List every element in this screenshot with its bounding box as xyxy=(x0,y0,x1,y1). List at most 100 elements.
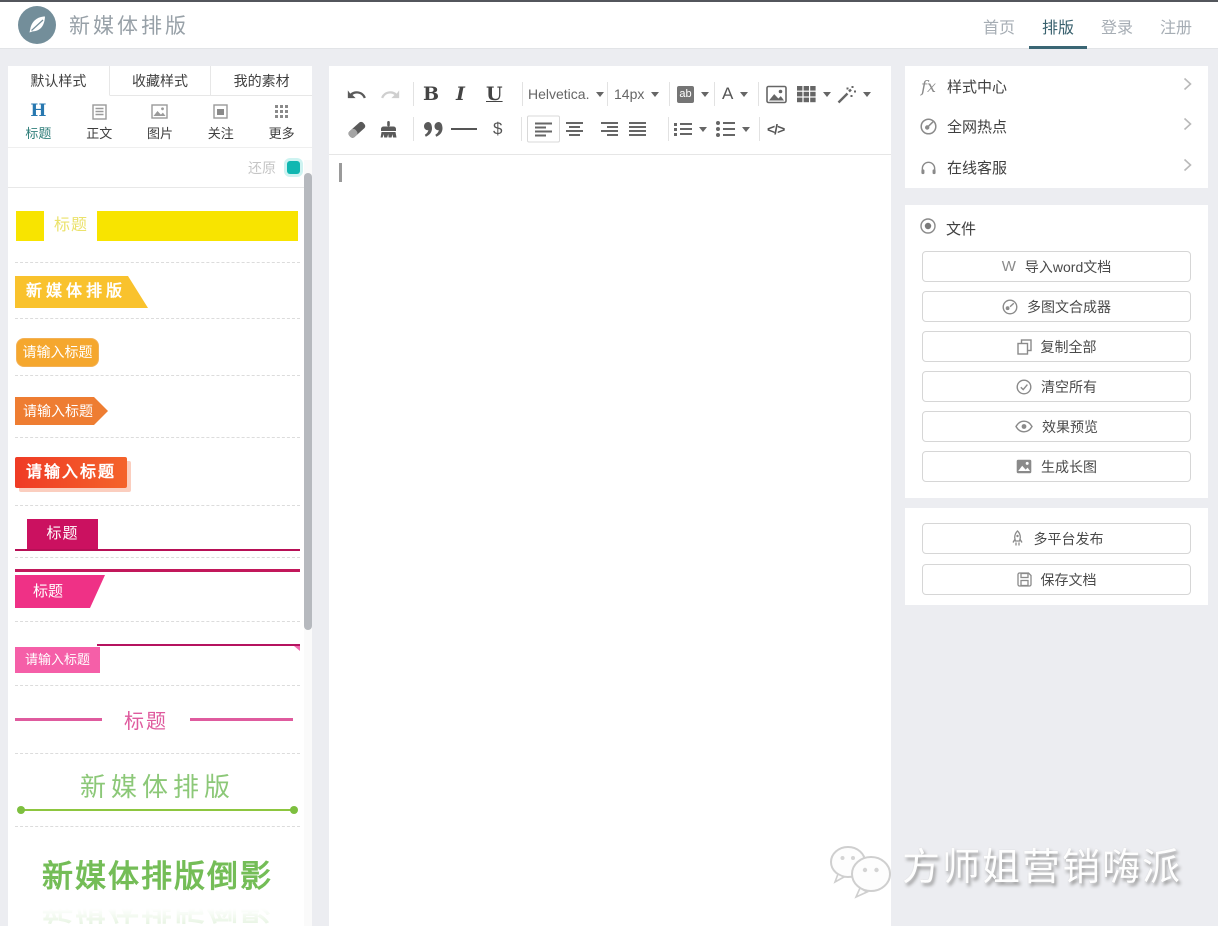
restore-row: 还原 xyxy=(8,148,312,188)
insert-image-button[interactable] xyxy=(766,81,787,107)
tab-my-materials[interactable]: 我的素材 xyxy=(211,66,312,96)
underline-button[interactable]: U xyxy=(486,81,503,107)
multi-platform-publish-button[interactable]: 多平台发布 xyxy=(922,523,1191,554)
brand[interactable]: 新媒体排版 xyxy=(18,6,189,44)
clear-all-button[interactable]: 清空所有 xyxy=(922,371,1191,402)
picture-icon xyxy=(151,103,168,120)
top-edge-strip xyxy=(0,0,1218,2)
nav-home[interactable]: 首页 xyxy=(983,2,1015,49)
category-tab-heading[interactable]: H 标题 xyxy=(8,96,69,147)
toolbar-separator xyxy=(607,82,608,106)
body-text-icon xyxy=(92,103,107,120)
bold-button[interactable]: B xyxy=(423,81,439,107)
chevron-down-icon xyxy=(863,92,871,97)
preview-button[interactable]: 效果预览 xyxy=(922,411,1191,442)
template-red-block[interactable]: 请输入标题 xyxy=(15,438,300,506)
save-icon xyxy=(1017,572,1032,587)
restore-checkbox[interactable] xyxy=(287,161,300,174)
ordered-list-button[interactable] xyxy=(674,116,707,142)
template-pink-ribbon-topline[interactable]: 标题 xyxy=(15,558,300,622)
watermark-text: 方师姐营销嗨派 xyxy=(902,836,1182,891)
font-size-select[interactable]: 14px xyxy=(614,81,659,107)
rocket-icon xyxy=(1010,530,1025,547)
align-right-button[interactable] xyxy=(601,116,618,142)
undo-button[interactable] xyxy=(346,81,368,107)
code-view-button[interactable]: </> xyxy=(767,116,784,142)
align-left-button[interactable] xyxy=(527,116,560,143)
align-justify-icon xyxy=(629,122,646,136)
template-pink-text-side-lines[interactable]: 标题 xyxy=(15,686,300,754)
category-tab-more[interactable]: 更多 xyxy=(251,96,312,147)
template-yellow-bar[interactable]: 标题 xyxy=(15,188,300,263)
chevron-down-icon xyxy=(742,127,750,132)
top-nav: 首页 排版 登录 注册 xyxy=(956,2,1192,49)
template-orange-rounded[interactable]: 请输入标题 xyxy=(15,319,300,376)
copy-all-button[interactable]: 复制全部 xyxy=(922,331,1191,362)
chevron-right-icon xyxy=(1183,77,1192,96)
hotspot-icon xyxy=(920,118,937,135)
multi-article-composer-button[interactable]: 多图文合成器 xyxy=(922,291,1191,322)
multi-article-icon xyxy=(1002,299,1018,315)
radio-dot-icon xyxy=(920,218,936,239)
template-pink-block-line[interactable]: 请输入标题 xyxy=(15,622,300,686)
align-center-button[interactable] xyxy=(566,116,583,142)
unordered-list-button[interactable] xyxy=(716,116,750,142)
template-orange-arrow[interactable]: 请输入标题 xyxy=(15,376,300,438)
import-word-button[interactable]: W 导入word文档 xyxy=(922,251,1191,282)
pink-line-tick xyxy=(294,646,300,651)
italic-button[interactable]: I xyxy=(456,81,465,107)
template-crimson-block-underline[interactable]: 标题 xyxy=(15,506,300,558)
fx-icon: fx xyxy=(920,77,937,96)
highlight-color-button[interactable]: ab xyxy=(677,81,709,107)
side-line-right xyxy=(190,718,293,721)
toolbar-separator xyxy=(413,82,414,106)
generate-long-image-button[interactable]: 生成长图 xyxy=(922,451,1191,482)
dollar-icon: $ xyxy=(493,119,502,139)
chevron-down-icon xyxy=(740,92,748,97)
editor-canvas[interactable] xyxy=(329,155,891,925)
font-color-button[interactable]: A xyxy=(722,81,748,107)
tab-favorite-styles[interactable]: 收藏样式 xyxy=(110,66,212,96)
paid-content-button[interactable]: $ xyxy=(493,116,502,142)
template-green-reflection[interactable]: 新媒体排版倒影 新媒体排版倒影 xyxy=(15,827,300,926)
nav-login[interactable]: 登录 xyxy=(1101,2,1133,49)
template-amber-flag[interactable]: 新媒体排版 xyxy=(15,263,300,319)
left-panel-scrollbar[interactable] xyxy=(304,160,312,926)
magic-wand-button[interactable] xyxy=(836,81,871,107)
redo-button[interactable] xyxy=(379,81,401,107)
chevron-right-icon xyxy=(1183,158,1192,177)
style-center-link[interactable]: fx 样式中心 xyxy=(905,66,1208,107)
eraser-button[interactable] xyxy=(346,116,367,142)
nav-typeset[interactable]: 排版 xyxy=(1042,2,1074,49)
customer-service-link[interactable]: 在线客服 xyxy=(905,147,1208,188)
ordered-list-icon xyxy=(674,123,692,136)
hotspot-link[interactable]: 全网热点 xyxy=(905,107,1208,148)
header: 新媒体排版 首页 排版 登录 注册 xyxy=(0,2,1218,49)
quote-icon xyxy=(424,122,443,137)
category-tab-picture[interactable]: 图片 xyxy=(130,96,191,147)
align-justify-button[interactable] xyxy=(629,116,646,142)
save-document-button[interactable]: 保存文档 xyxy=(922,564,1191,595)
tab-default-styles[interactable]: 默认样式 xyxy=(8,66,110,96)
toolbar-separator xyxy=(758,82,759,106)
font-color-icon: A xyxy=(722,84,733,104)
yellow-square xyxy=(16,211,44,241)
copy-icon xyxy=(1017,339,1032,355)
horizontal-rule-button[interactable] xyxy=(451,116,477,142)
template-green-dotted-line[interactable]: 新媒体排版 xyxy=(15,754,300,827)
publish-card: 多平台发布 保存文档 xyxy=(905,508,1208,605)
scrollbar-thumb[interactable] xyxy=(304,173,312,630)
insert-table-button[interactable] xyxy=(797,81,831,107)
blockquote-button[interactable] xyxy=(424,116,443,142)
category-tab-body[interactable]: 正文 xyxy=(69,96,130,147)
style-tabs: 默认样式 收藏样式 我的素材 xyxy=(8,66,312,96)
category-tab-follow[interactable]: 关注 xyxy=(190,96,251,147)
headset-icon xyxy=(920,159,937,176)
chevron-down-icon xyxy=(651,92,659,97)
font-family-select[interactable]: Helvetica... xyxy=(528,81,604,107)
nav-register[interactable]: 注册 xyxy=(1160,2,1192,49)
pink-top-line xyxy=(15,569,300,572)
highlight-icon: ab xyxy=(677,86,694,103)
format-brush-button[interactable] xyxy=(380,116,397,142)
toolbar-row-2: $ </> xyxy=(329,115,891,143)
